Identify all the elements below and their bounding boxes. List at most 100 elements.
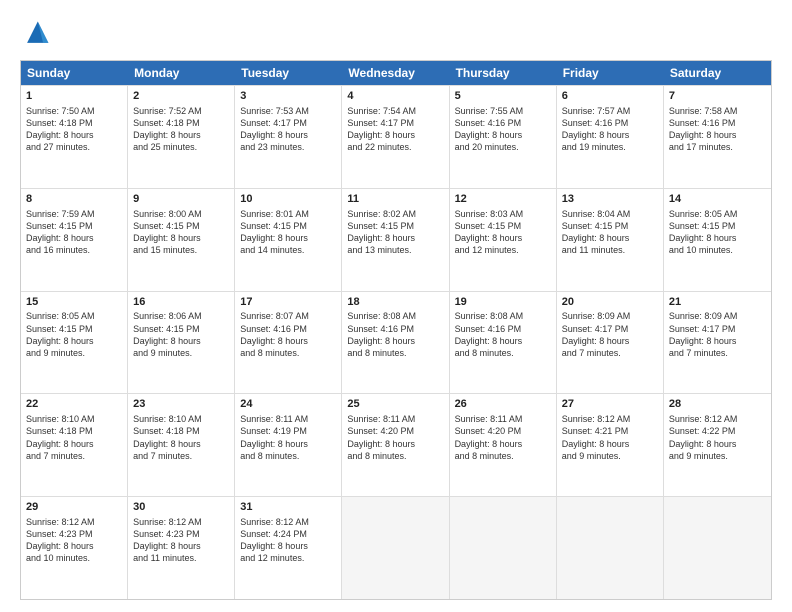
cell-line: Sunrise: 8:05 AM	[669, 208, 766, 220]
day-cell-30: 30Sunrise: 8:12 AMSunset: 4:23 PMDayligh…	[128, 497, 235, 599]
cell-line: Sunset: 4:16 PM	[455, 117, 551, 129]
cell-line: and 11 minutes.	[562, 244, 658, 256]
day-cell-8: 8Sunrise: 7:59 AMSunset: 4:15 PMDaylight…	[21, 189, 128, 291]
cell-line: and 17 minutes.	[669, 141, 766, 153]
day-number: 1	[26, 89, 122, 104]
cell-line: Daylight: 8 hours	[240, 232, 336, 244]
empty-cell	[342, 497, 449, 599]
day-number: 20	[562, 295, 658, 310]
day-header-thursday: Thursday	[450, 61, 557, 85]
day-number: 12	[455, 192, 551, 207]
cell-line: Sunset: 4:16 PM	[669, 117, 766, 129]
day-cell-11: 11Sunrise: 8:02 AMSunset: 4:15 PMDayligh…	[342, 189, 449, 291]
cell-line: and 7 minutes.	[562, 347, 658, 359]
cell-line: Daylight: 8 hours	[669, 335, 766, 347]
day-header-friday: Friday	[557, 61, 664, 85]
day-cell-3: 3Sunrise: 7:53 AMSunset: 4:17 PMDaylight…	[235, 86, 342, 188]
cell-line: Sunrise: 8:12 AM	[133, 516, 229, 528]
day-cell-7: 7Sunrise: 7:58 AMSunset: 4:16 PMDaylight…	[664, 86, 771, 188]
cell-line: and 8 minutes.	[240, 450, 336, 462]
day-number: 18	[347, 295, 443, 310]
cell-line: Daylight: 8 hours	[669, 232, 766, 244]
day-number: 6	[562, 89, 658, 104]
cell-line: and 22 minutes.	[347, 141, 443, 153]
cell-line: and 23 minutes.	[240, 141, 336, 153]
day-cell-23: 23Sunrise: 8:10 AMSunset: 4:18 PMDayligh…	[128, 394, 235, 496]
day-number: 29	[26, 500, 122, 515]
cell-line: Daylight: 8 hours	[133, 438, 229, 450]
day-header-wednesday: Wednesday	[342, 61, 449, 85]
cell-line: Daylight: 8 hours	[133, 129, 229, 141]
cell-line: Daylight: 8 hours	[455, 129, 551, 141]
cell-line: Sunrise: 8:04 AM	[562, 208, 658, 220]
cell-line: Sunset: 4:18 PM	[26, 425, 122, 437]
cell-line: and 8 minutes.	[240, 347, 336, 359]
cell-line: Sunrise: 7:55 AM	[455, 105, 551, 117]
cell-line: Sunset: 4:15 PM	[562, 220, 658, 232]
day-number: 13	[562, 192, 658, 207]
day-cell-22: 22Sunrise: 8:10 AMSunset: 4:18 PMDayligh…	[21, 394, 128, 496]
header	[20, 18, 772, 50]
logo-icon	[20, 18, 52, 50]
day-number: 7	[669, 89, 766, 104]
cell-line: and 11 minutes.	[133, 552, 229, 564]
cell-line: Sunrise: 8:07 AM	[240, 310, 336, 322]
day-cell-9: 9Sunrise: 8:00 AMSunset: 4:15 PMDaylight…	[128, 189, 235, 291]
cell-line: Sunrise: 8:11 AM	[240, 413, 336, 425]
day-cell-10: 10Sunrise: 8:01 AMSunset: 4:15 PMDayligh…	[235, 189, 342, 291]
cell-line: Sunrise: 8:09 AM	[669, 310, 766, 322]
cell-line: Sunrise: 8:00 AM	[133, 208, 229, 220]
cell-line: and 12 minutes.	[240, 552, 336, 564]
cell-line: and 10 minutes.	[669, 244, 766, 256]
cell-line: and 9 minutes.	[562, 450, 658, 462]
cell-line: Sunrise: 8:05 AM	[26, 310, 122, 322]
cell-line: Sunrise: 8:01 AM	[240, 208, 336, 220]
cell-line: Sunrise: 7:59 AM	[26, 208, 122, 220]
cell-line: Sunrise: 8:12 AM	[669, 413, 766, 425]
cell-line: and 9 minutes.	[669, 450, 766, 462]
day-number: 5	[455, 89, 551, 104]
cell-line: and 7 minutes.	[133, 450, 229, 462]
cell-line: Daylight: 8 hours	[133, 335, 229, 347]
day-header-tuesday: Tuesday	[235, 61, 342, 85]
cell-line: Sunrise: 8:10 AM	[133, 413, 229, 425]
cell-line: Daylight: 8 hours	[347, 232, 443, 244]
cell-line: Sunset: 4:18 PM	[26, 117, 122, 129]
cell-line: Sunset: 4:16 PM	[455, 323, 551, 335]
day-cell-31: 31Sunrise: 8:12 AMSunset: 4:24 PMDayligh…	[235, 497, 342, 599]
day-cell-24: 24Sunrise: 8:11 AMSunset: 4:19 PMDayligh…	[235, 394, 342, 496]
cell-line: Daylight: 8 hours	[240, 540, 336, 552]
day-number: 15	[26, 295, 122, 310]
cell-line: Daylight: 8 hours	[133, 540, 229, 552]
calendar-week-3: 15Sunrise: 8:05 AMSunset: 4:15 PMDayligh…	[21, 291, 771, 394]
day-cell-5: 5Sunrise: 7:55 AMSunset: 4:16 PMDaylight…	[450, 86, 557, 188]
day-cell-16: 16Sunrise: 8:06 AMSunset: 4:15 PMDayligh…	[128, 292, 235, 394]
cell-line: and 12 minutes.	[455, 244, 551, 256]
cell-line: Daylight: 8 hours	[26, 335, 122, 347]
cell-line: and 14 minutes.	[240, 244, 336, 256]
cell-line: Sunset: 4:21 PM	[562, 425, 658, 437]
cell-line: Sunrise: 7:58 AM	[669, 105, 766, 117]
cell-line: Sunset: 4:15 PM	[26, 220, 122, 232]
day-number: 24	[240, 397, 336, 412]
cell-line: Sunset: 4:15 PM	[240, 220, 336, 232]
day-number: 2	[133, 89, 229, 104]
cell-line: Daylight: 8 hours	[240, 335, 336, 347]
day-number: 10	[240, 192, 336, 207]
cell-line: Sunrise: 8:10 AM	[26, 413, 122, 425]
cell-line: and 7 minutes.	[669, 347, 766, 359]
cell-line: Sunrise: 7:52 AM	[133, 105, 229, 117]
cell-line: Sunrise: 8:08 AM	[347, 310, 443, 322]
cell-line: and 25 minutes.	[133, 141, 229, 153]
cell-line: Daylight: 8 hours	[669, 438, 766, 450]
day-number: 9	[133, 192, 229, 207]
day-cell-25: 25Sunrise: 8:11 AMSunset: 4:20 PMDayligh…	[342, 394, 449, 496]
day-cell-15: 15Sunrise: 8:05 AMSunset: 4:15 PMDayligh…	[21, 292, 128, 394]
cell-line: Sunset: 4:22 PM	[669, 425, 766, 437]
cell-line: Sunset: 4:15 PM	[133, 323, 229, 335]
cell-line: and 15 minutes.	[133, 244, 229, 256]
cell-line: Daylight: 8 hours	[562, 335, 658, 347]
day-cell-21: 21Sunrise: 8:09 AMSunset: 4:17 PMDayligh…	[664, 292, 771, 394]
cell-line: Sunset: 4:20 PM	[455, 425, 551, 437]
cell-line: and 27 minutes.	[26, 141, 122, 153]
